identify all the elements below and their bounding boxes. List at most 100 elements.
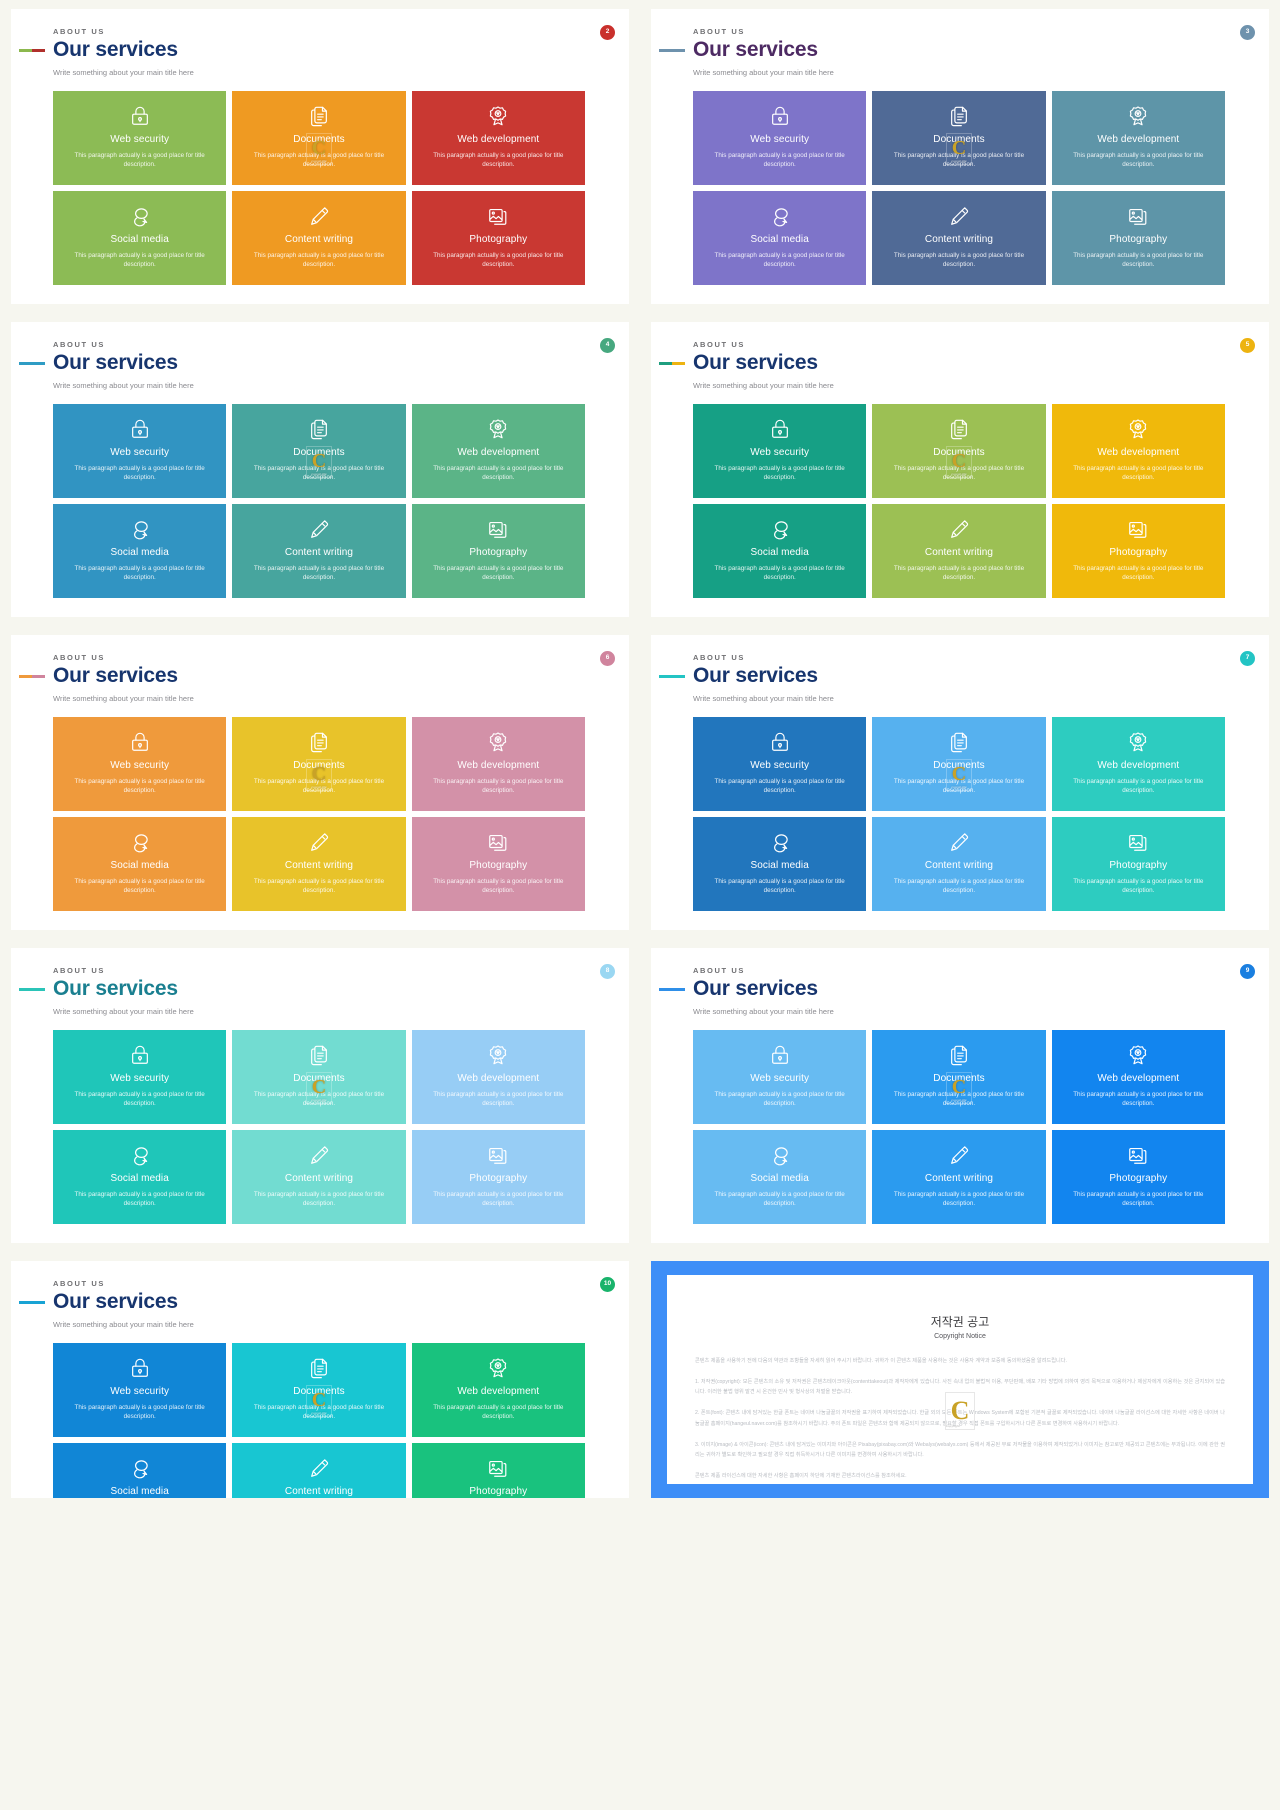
service-card-description: This paragraph actually is a good place … <box>74 151 205 169</box>
service-card[interactable]: Documents This paragraph actually is a go… <box>232 1342 406 1437</box>
slide-number-badge[interactable]: 7 <box>1240 651 1255 666</box>
service-card[interactable]: Web development This paragraph actually i… <box>1051 90 1225 185</box>
service-card[interactable]: PhotographyThis paragraph actually is a … <box>1051 1129 1225 1224</box>
document-icon <box>308 1357 330 1379</box>
slide-orange-yellow-pink[interactable]: ABOUT US Our services Write something abou… <box>11 635 629 930</box>
service-card-title: Documents <box>293 133 345 145</box>
service-card[interactable]: Content writingThis paragraph actually i… <box>872 503 1046 598</box>
service-card[interactable]: Web development This paragraph actually i… <box>1051 716 1225 811</box>
service-card[interactable]: Content writingThis paragraph actually i… <box>872 1129 1046 1224</box>
service-card[interactable]: Content writingThis paragraph actually i… <box>232 1129 406 1224</box>
service-card[interactable]: Content writingThis paragraph actually i… <box>232 503 406 598</box>
lock-icon <box>129 418 151 440</box>
title-accent-rule <box>19 988 45 991</box>
service-card[interactable]: PhotographyThis paragraph actually is a … <box>1051 816 1225 911</box>
service-card[interactable]: Web development This paragraph actually i… <box>411 403 585 498</box>
slide-number-badge[interactable]: 3 <box>1240 25 1255 40</box>
service-card[interactable]: Web development This paragraph actually i… <box>411 716 585 811</box>
service-card-title: Documents <box>933 759 985 771</box>
slide-number-badge[interactable]: 8 <box>600 964 615 979</box>
service-card[interactable]: Web development This paragraph actually i… <box>411 90 585 185</box>
slide-number-badge[interactable]: 2 <box>600 25 615 40</box>
slide-cell: ABOUT US Our services Write something abou… <box>0 313 640 626</box>
service-card[interactable]: Web development This paragraph actually i… <box>1051 403 1225 498</box>
service-card-title: Web development <box>457 446 540 458</box>
lock-icon <box>129 731 151 753</box>
slide-subtitle: Write something about your main title he… <box>53 693 194 703</box>
slide-cell: ABOUT US Our services Write something abou… <box>640 313 1280 626</box>
slide-number-badge[interactable]: 10 <box>600 1277 615 1292</box>
slide-skyblue-azure[interactable]: ABOUT US Our services Write something abou… <box>651 948 1269 1243</box>
service-card-title: Web security <box>750 1072 810 1084</box>
service-card[interactable]: Social mediaThis paragraph actually is a… <box>693 1129 867 1224</box>
service-card[interactable]: Documents This paragraph actually is a go… <box>232 403 406 498</box>
slide-number-badge[interactable]: 5 <box>1240 338 1255 353</box>
chat-icon <box>769 1144 791 1166</box>
service-card[interactable]: Content writingThis paragraph actually i… <box>872 816 1046 911</box>
service-card[interactable]: Social mediaThis paragraph actually is a… <box>53 1129 227 1224</box>
service-card[interactable]: PhotographyThis paragraph actually is a … <box>1051 503 1225 598</box>
service-card[interactable]: Web security This paragraph actually is a… <box>53 716 227 811</box>
service-card[interactable]: Web development This paragraph actually i… <box>411 1029 585 1124</box>
service-card[interactable]: Documents This paragraph actually is a go… <box>232 1029 406 1124</box>
service-card[interactable]: Social mediaThis paragraph actually is a… <box>693 190 867 285</box>
slide-number-badge[interactable]: 4 <box>600 338 615 353</box>
service-card[interactable]: Web security This paragraph actually is a… <box>693 403 867 498</box>
service-card-title: Web security <box>110 1072 170 1084</box>
service-card[interactable]: Content writingThis paragraph actually i… <box>232 190 406 285</box>
service-card[interactable]: Documents This paragraph actually is a go… <box>232 716 406 811</box>
service-card-grid: Web security This paragraph actually is a… <box>11 77 629 285</box>
service-card[interactable]: PhotographyThis paragraph actually is a … <box>411 503 585 598</box>
service-card[interactable]: PhotographyThis paragraph actually is a … <box>411 190 585 285</box>
service-card[interactable]: Web security This paragraph actually is a… <box>693 716 867 811</box>
slide-green-orange-red[interactable]: ABOUT US Our services Write something abou… <box>11 9 629 304</box>
service-card[interactable]: Web security This paragraph actually is a… <box>53 403 227 498</box>
photo-icon <box>487 1144 509 1166</box>
service-card[interactable]: PhotographyThis paragraph actually is a … <box>411 816 585 911</box>
service-card[interactable]: Web security This paragraph actually is a… <box>693 90 867 185</box>
service-card[interactable]: Social mediaThis paragraph actually is a… <box>693 503 867 598</box>
pencil-icon <box>308 518 330 540</box>
service-card[interactable]: Documents This paragraph actually is a go… <box>232 90 406 185</box>
service-card[interactable]: Documents This paragraph actually is a go… <box>872 90 1046 185</box>
service-card[interactable]: Social mediaThis paragraph actually is a… <box>53 190 227 285</box>
service-card[interactable]: Social mediaThis paragraph actually is a… <box>53 503 227 598</box>
slide-turquoise-mint-lightblue[interactable]: ABOUT US Our services Write something abou… <box>11 948 629 1243</box>
service-card[interactable]: Web security This paragraph actually is a… <box>53 1029 227 1124</box>
service-card[interactable]: Documents This paragraph actually is a go… <box>872 403 1046 498</box>
badge-icon <box>1127 1044 1149 1066</box>
service-card[interactable]: Content writingThis paragraph actually i… <box>232 1442 406 1498</box>
slide-purple-slate-teal[interactable]: ABOUT US Our services Write something abou… <box>651 9 1269 304</box>
slide-navy-sky-turquoise[interactable]: ABOUT US Our services Write something abou… <box>651 635 1269 930</box>
service-card[interactable]: Social mediaThis paragraph actually is a… <box>53 1442 227 1498</box>
slide-grid: ABOUT US Our services Write something abou… <box>0 0 1280 1810</box>
copyright-notice-slide[interactable]: 저작권 공고 Copyright Notice 콘텐츠 제품을 사용하기 전에 다음… <box>651 1261 1269 1498</box>
slide-emerald-olive-gold[interactable]: ABOUT US Our services Write something abou… <box>651 322 1269 617</box>
service-card-title: Web development <box>1097 1072 1180 1084</box>
slide-blue-teal-green[interactable]: ABOUT US Our services Write something abou… <box>11 322 629 617</box>
service-card[interactable]: Web security This paragraph actually is a… <box>53 90 227 185</box>
service-card-title: Social media <box>110 233 169 245</box>
slide-number-badge[interactable]: 6 <box>600 651 615 666</box>
slide-title: Our services <box>693 38 818 61</box>
service-card-description: This paragraph actually is a good place … <box>433 464 564 482</box>
document-icon <box>308 105 330 127</box>
service-card[interactable]: Social mediaThis paragraph actually is a… <box>693 816 867 911</box>
service-card-grid: Web security This paragraph actually is a… <box>11 703 629 911</box>
service-card[interactable]: Content writingThis paragraph actually i… <box>872 190 1046 285</box>
service-card[interactable]: Web security This paragraph actually is a… <box>53 1342 227 1437</box>
service-card[interactable]: Web security This paragraph actually is a… <box>693 1029 867 1124</box>
service-card[interactable]: Social mediaThis paragraph actually is a… <box>53 816 227 911</box>
slide-header: ABOUT US Our services Write something abou… <box>651 322 1269 390</box>
service-card[interactable]: PhotographyThis paragraph actually is a … <box>411 1129 585 1224</box>
service-card[interactable]: Documents This paragraph actually is a go… <box>872 1029 1046 1124</box>
service-card[interactable]: Web development This paragraph actually i… <box>1051 1029 1225 1124</box>
slide-azure-cyan-green[interactable]: ABOUT US Our services Write something abou… <box>11 1261 629 1498</box>
service-card[interactable]: PhotographyThis paragraph actually is a … <box>411 1442 585 1498</box>
service-card[interactable]: PhotographyThis paragraph actually is a … <box>1051 190 1225 285</box>
slide-number-badge[interactable]: 9 <box>1240 964 1255 979</box>
service-card[interactable]: Content writingThis paragraph actually i… <box>232 816 406 911</box>
slide-eyebrow: ABOUT US <box>53 653 105 662</box>
service-card[interactable]: Web development This paragraph actually i… <box>411 1342 585 1437</box>
service-card[interactable]: Documents This paragraph actually is a go… <box>872 716 1046 811</box>
